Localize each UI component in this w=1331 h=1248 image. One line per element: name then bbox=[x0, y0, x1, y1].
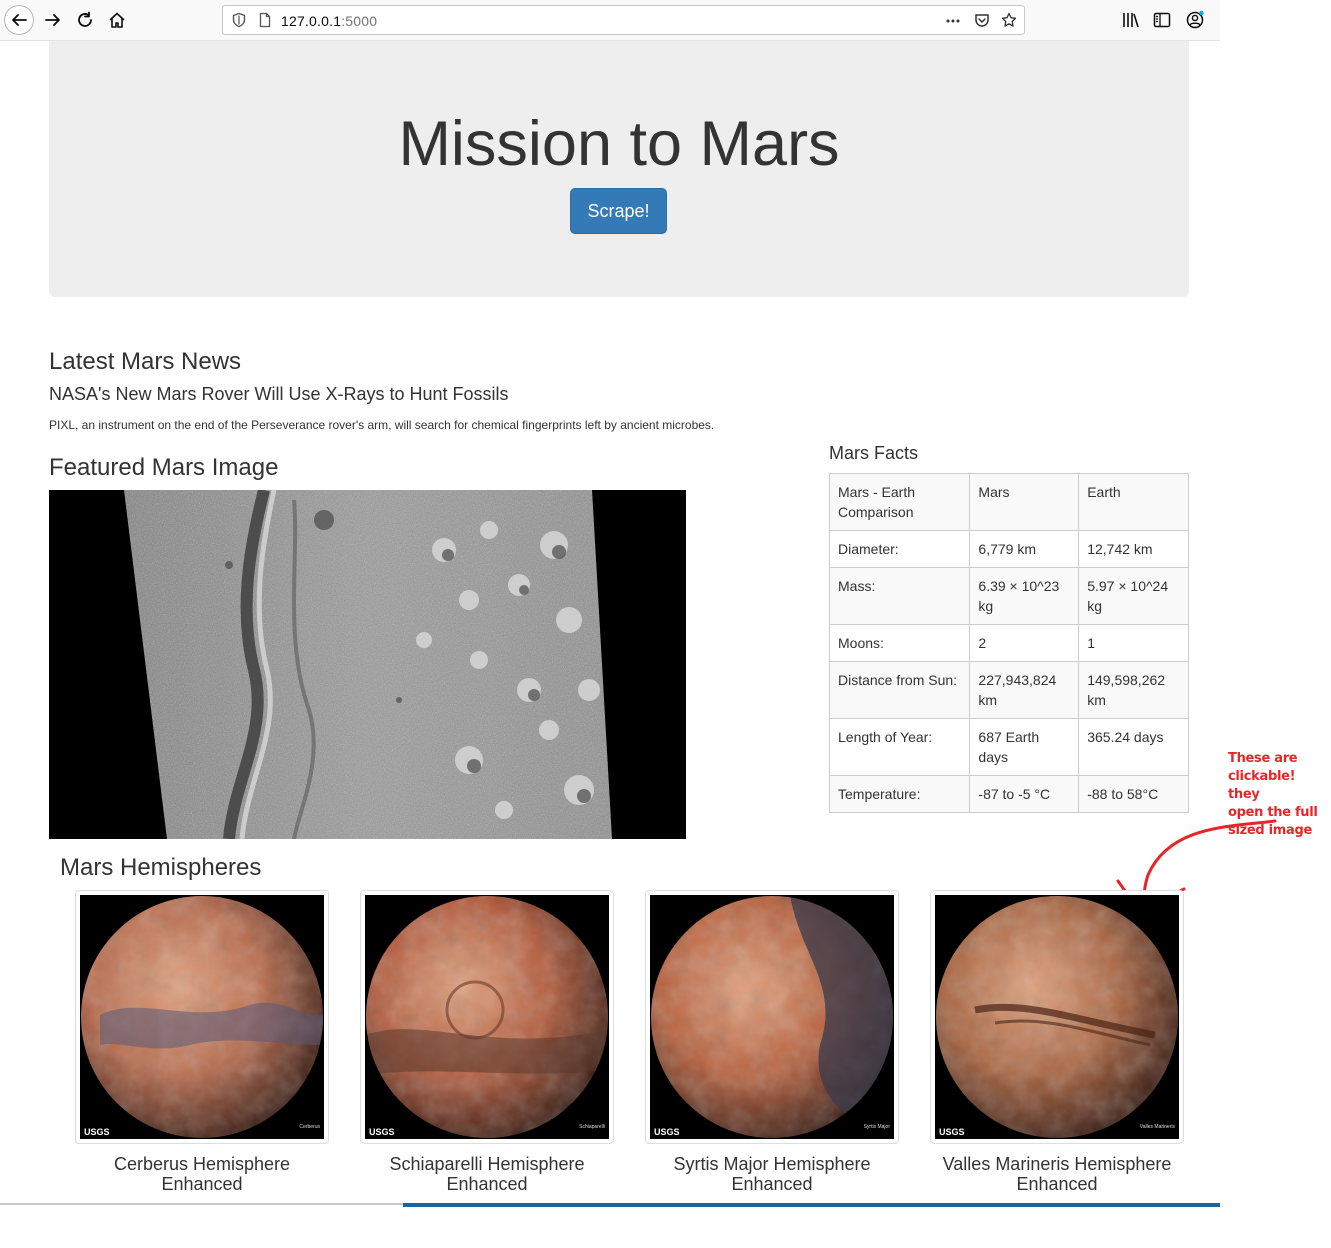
table-row: Distance from Sun: 227,943,824 km 149,59… bbox=[828, 661, 1189, 719]
url-text: 127.0.0.1:5000 bbox=[281, 13, 377, 29]
account-icon[interactable] bbox=[1185, 10, 1205, 30]
hemisphere-card-valles-marineris: USGS Valles Marineris Valles Marineris He… bbox=[930, 890, 1184, 1194]
taskbar-divider bbox=[0, 1203, 403, 1205]
table-cell: 12,742 km bbox=[1078, 530, 1189, 568]
table-cell: 227,943,824 km bbox=[969, 661, 1080, 719]
table-cell: 6,779 km bbox=[969, 530, 1080, 568]
table-header-cell: Mars - Earth Comparison bbox=[828, 473, 971, 531]
featured-image-graphic bbox=[49, 490, 686, 839]
table-header-cell: Mars bbox=[969, 473, 1080, 531]
hemisphere-title: Cerberus Hemisphere Enhanced bbox=[113, 1154, 291, 1194]
reload-button[interactable] bbox=[70, 5, 100, 35]
table-cell: 1 bbox=[1078, 624, 1189, 662]
featured-heading: Featured Mars Image bbox=[49, 454, 279, 481]
hemisphere-thumbnail[interactable]: USGS Syrtis Major bbox=[645, 890, 899, 1144]
forward-icon bbox=[45, 14, 60, 26]
hemisphere-card-syrtis-major: USGS Syrtis Major Syrtis Major Hemisphere… bbox=[645, 890, 899, 1194]
url-bar[interactable]: 127.0.0.1:5000 bbox=[222, 5, 1025, 35]
news-paragraph: PIXL, an instrument on the end of the Pe… bbox=[49, 418, 715, 432]
table-header-cell: Earth bbox=[1078, 473, 1189, 531]
usgs-logo: USGS bbox=[84, 1127, 110, 1137]
news-heading: Latest Mars News bbox=[49, 348, 242, 375]
mars-facts-table: Mars - Earth Comparison Mars Earth Diame… bbox=[828, 473, 1189, 813]
hemisphere-thumbnail[interactable]: USGS Valles Marineris bbox=[930, 890, 1184, 1144]
annotation-line: These are bbox=[1228, 751, 1298, 766]
jumbotron: Mission to Mars Scrape! bbox=[49, 41, 1189, 297]
forward-button[interactable] bbox=[38, 5, 68, 35]
table-row: Temperature: -87 to -5 °C -88 to 58°C bbox=[828, 775, 1189, 813]
pocket-icon[interactable] bbox=[974, 12, 990, 28]
hemisphere-card-schiaparelli: USGS Schiaparelli Schiaparelli Hemisphere… bbox=[360, 890, 614, 1194]
reload-icon bbox=[78, 11, 92, 27]
table-cell: Mass: bbox=[828, 567, 971, 625]
facts-heading: Mars Facts bbox=[829, 443, 919, 463]
usgs-logo: USGS bbox=[654, 1127, 680, 1137]
news-title: NASA's New Mars Rover Will Use X-Rays to… bbox=[49, 384, 509, 404]
taskbar-edge bbox=[0, 1203, 1220, 1209]
table-header-row: Mars - Earth Comparison Mars Earth bbox=[828, 473, 1189, 531]
hemisphere-image-label: Syrtis Major bbox=[864, 1124, 891, 1130]
table-cell: Moons: bbox=[828, 624, 971, 662]
usgs-logo: USGS bbox=[939, 1127, 965, 1137]
mars-globe-icon: USGS Syrtis Major bbox=[650, 895, 894, 1139]
hemispheres-heading: Mars Hemispheres bbox=[60, 854, 262, 881]
table-cell: Temperature: bbox=[828, 775, 971, 813]
more-icon[interactable] bbox=[945, 13, 961, 29]
scrape-button[interactable]: Scrape! bbox=[570, 188, 667, 234]
hemisphere-image-label: Valles Marineris bbox=[1140, 1124, 1176, 1130]
table-cell: 365.24 days bbox=[1078, 718, 1189, 776]
table-cell: -88 to 58°C bbox=[1078, 775, 1189, 813]
library-icon[interactable] bbox=[1121, 10, 1141, 30]
hemisphere-title: Valles Marineris Hemisphere Enhanced bbox=[942, 1154, 1172, 1194]
browser-toolbar: 127.0.0.1:5000 bbox=[0, 0, 1220, 41]
table-row: Length of Year: 687 Earth days 365.24 da… bbox=[828, 718, 1189, 776]
table-cell: 2 bbox=[969, 624, 1080, 662]
page-title: Mission to Mars bbox=[398, 109, 840, 179]
table-cell: 149,598,262 km bbox=[1078, 661, 1189, 719]
mars-globe-icon: USGS Cerberus bbox=[80, 895, 324, 1139]
featured-image[interactable] bbox=[49, 490, 686, 839]
annotation-line: clickable! they bbox=[1228, 769, 1296, 802]
back-icon bbox=[12, 14, 27, 26]
table-cell: 687 Earth days bbox=[969, 718, 1080, 776]
table-cell: -87 to -5 °C bbox=[969, 775, 1080, 813]
table-cell: 5.97 × 10^24 kg bbox=[1078, 567, 1189, 625]
hemisphere-card-cerberus: USGS Cerberus Cerberus Hemisphere Enhance… bbox=[75, 890, 329, 1194]
shield-icon bbox=[232, 12, 246, 28]
table-row: Mass: 6.39 × 10^23 kg 5.97 × 10^24 kg bbox=[828, 567, 1189, 625]
home-button[interactable] bbox=[102, 5, 132, 35]
usgs-logo: USGS bbox=[369, 1127, 395, 1137]
hemisphere-image-label: Cerberus bbox=[299, 1124, 320, 1130]
table-row: Diameter: 6,779 km 12,742 km bbox=[828, 530, 1189, 568]
hemisphere-image-label: Schiaparelli bbox=[579, 1124, 605, 1130]
star-icon[interactable] bbox=[1001, 12, 1017, 28]
back-button[interactable] bbox=[4, 5, 34, 35]
url-port: :5000 bbox=[341, 13, 378, 29]
hemisphere-title: Schiaparelli Hemisphere Enhanced bbox=[389, 1154, 585, 1194]
table-cell: Distance from Sun: bbox=[828, 661, 971, 719]
hemisphere-title: Syrtis Major Hemisphere Enhanced bbox=[673, 1154, 871, 1194]
table-cell: Diameter: bbox=[828, 530, 971, 568]
url-host: 127.0.0.1 bbox=[281, 13, 342, 29]
table-cell: Length of Year: bbox=[828, 718, 971, 776]
hemisphere-thumbnail[interactable]: USGS Schiaparelli bbox=[360, 890, 614, 1144]
page-icon bbox=[259, 12, 271, 28]
table-cell: 6.39 × 10^23 kg bbox=[969, 567, 1080, 625]
mars-globe-icon: USGS Schiaparelli bbox=[365, 895, 609, 1139]
taskbar-strip bbox=[403, 1203, 1220, 1207]
table-row: Moons: 2 1 bbox=[828, 624, 1189, 662]
home-icon bbox=[109, 12, 125, 28]
mars-globe-icon: USGS Valles Marineris bbox=[935, 895, 1179, 1139]
sidebar-icon[interactable] bbox=[1152, 10, 1172, 30]
hemisphere-thumbnail[interactable]: USGS Cerberus bbox=[75, 890, 329, 1144]
